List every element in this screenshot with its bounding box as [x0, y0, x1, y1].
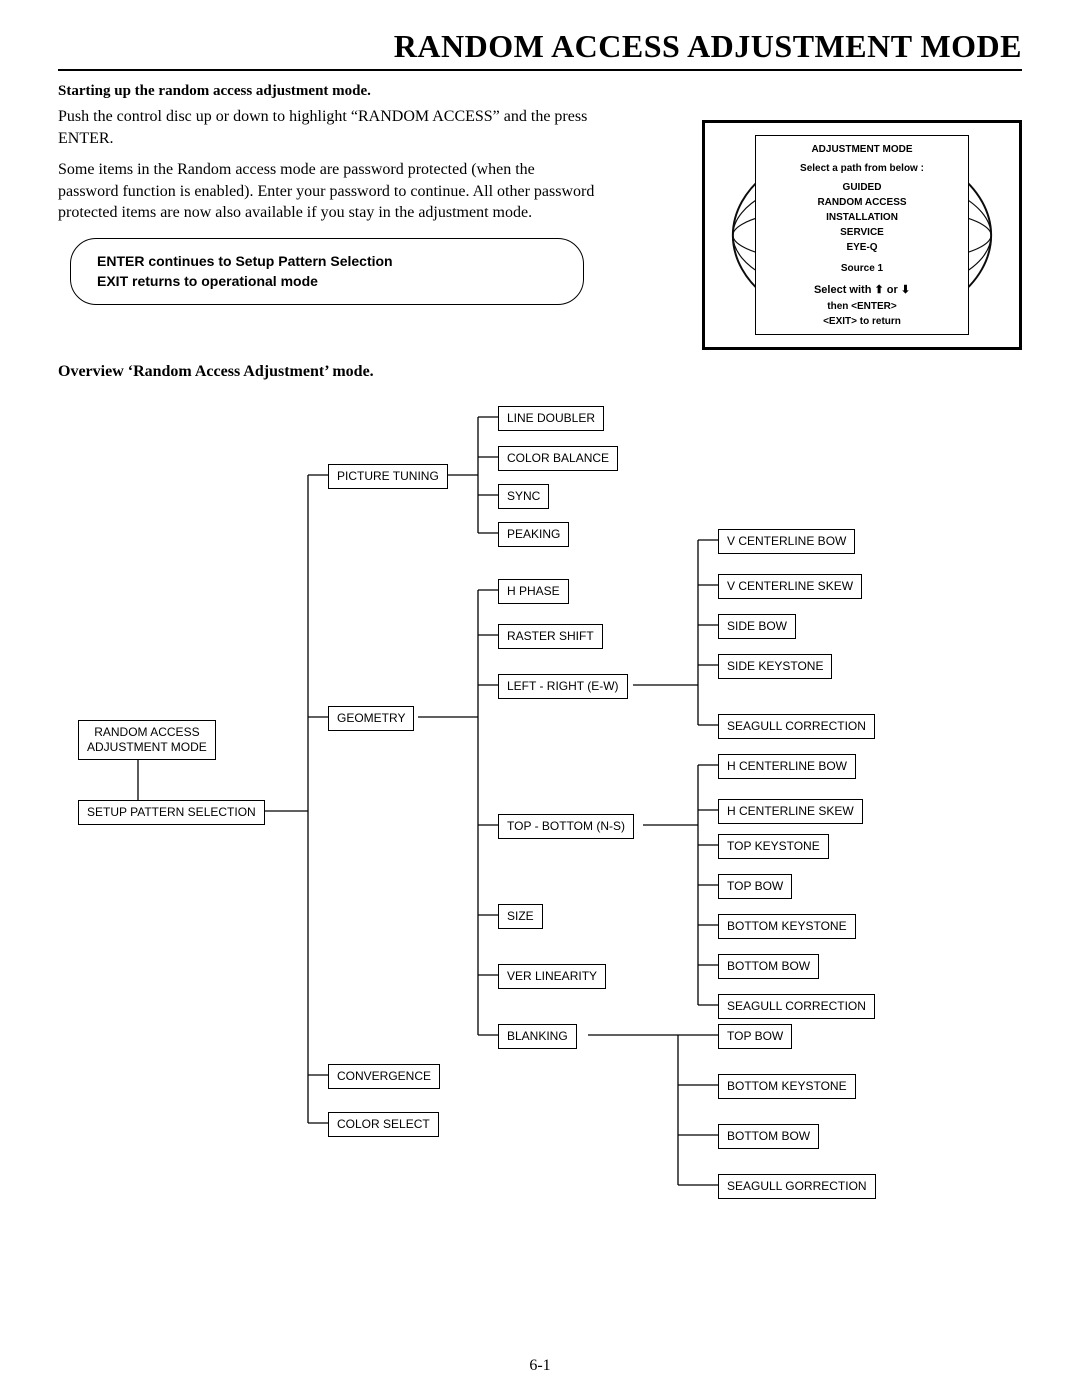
node-peaking: PEAKING [498, 522, 569, 547]
node-bottom-keystone: BOTTOM KEYSTONE [718, 914, 856, 939]
node-convergence: CONVERGENCE [328, 1064, 440, 1089]
osd-item-eyeq: EYE-Q [760, 240, 964, 255]
node-top-keystone: TOP KEYSTONE [718, 834, 829, 859]
node-top-bow: TOP BOW [718, 874, 792, 899]
node-size: SIZE [498, 904, 543, 929]
node-top-bow-2: TOP BOW [718, 1024, 792, 1049]
section-heading-startup: Starting up the random access adjustment… [58, 83, 1022, 100]
node-seagull-1: SEAGULL CORRECTION [718, 714, 875, 739]
osd-hint-1: Select with ⬆ or ⬇ [760, 282, 964, 299]
osd-hint-3: <EXIT> to return [760, 314, 964, 329]
node-color-balance: COLOR BALANCE [498, 446, 618, 471]
node-side-bow: SIDE BOW [718, 614, 796, 639]
node-ver-lin: VER LINEARITY [498, 964, 606, 989]
node-color-select: COLOR SELECT [328, 1112, 439, 1137]
osd-item-service: SERVICE [760, 225, 964, 240]
node-picture-tuning: PICTURE TUNING [328, 464, 448, 489]
node-seagull-2: SEAGULL CORRECTION [718, 994, 875, 1019]
node-h-centerline-skew: H CENTERLINE SKEW [718, 799, 863, 824]
osd-inner: ADJUSTMENT MODE Select a path from below… [755, 135, 969, 335]
node-raster-shift: RASTER SHIFT [498, 624, 603, 649]
osd-source: Source 1 [760, 261, 964, 276]
node-seagull-3: SEAGULL GORRECTION [718, 1174, 876, 1199]
paragraph-1: Push the control disc up or down to high… [58, 106, 598, 149]
node-bottom-bow: BOTTOM BOW [718, 954, 819, 979]
paragraph-2: Some items in the Random access mode are… [58, 159, 598, 224]
osd-title: ADJUSTMENT MODE [760, 142, 964, 157]
node-left-right: LEFT - RIGHT (E-W) [498, 674, 628, 699]
osd-item-installation: INSTALLATION [760, 210, 964, 225]
node-geometry: GEOMETRY [328, 706, 414, 731]
callout-box: ENTER continues to Setup Pattern Selecti… [70, 238, 584, 305]
node-h-centerline-bow: H CENTERLINE BOW [718, 754, 856, 779]
node-h-phase: H PHASE [498, 579, 569, 604]
manual-page: RANDOM ACCESS ADJUSTMENT MODE Starting u… [0, 0, 1080, 1397]
section-heading-overview: Overview ‘Random Access Adjustment’ mode… [58, 363, 1022, 381]
osd-prompt: Select a path from below : [760, 161, 964, 176]
node-setup-pattern: SETUP PATTERN SELECTION [78, 800, 265, 825]
node-blanking: BLANKING [498, 1024, 577, 1049]
osd-panel: ADJUSTMENT MODE Select a path from below… [702, 120, 1022, 350]
node-line-doubler: LINE DOUBLER [498, 406, 604, 431]
overview-diagram: RANDOM ACCESS ADJUSTMENT MODE SETUP PATT… [58, 395, 1022, 1225]
osd-item-guided: GUIDED [760, 180, 964, 195]
callout-line-2: EXIT returns to operational mode [97, 271, 557, 291]
node-sync: SYNC [498, 484, 549, 509]
node-v-centerline-bow: V CENTERLINE BOW [718, 529, 855, 554]
callout-line-1: ENTER continues to Setup Pattern Selecti… [97, 251, 557, 271]
node-root: RANDOM ACCESS ADJUSTMENT MODE [78, 720, 216, 760]
node-top-bottom: TOP - BOTTOM (N-S) [498, 814, 634, 839]
osd-hint-2: then <ENTER> [760, 299, 964, 314]
page-number: 6-1 [0, 1357, 1080, 1375]
page-title: RANDOM ACCESS ADJUSTMENT MODE [58, 28, 1022, 71]
osd-item-random-access: RANDOM ACCESS [760, 195, 964, 210]
node-side-keystone: SIDE KEYSTONE [718, 654, 832, 679]
node-bottom-bow-2: BOTTOM BOW [718, 1124, 819, 1149]
node-bottom-keystone-2: BOTTOM KEYSTONE [718, 1074, 856, 1099]
node-v-centerline-skew: V CENTERLINE SKEW [718, 574, 862, 599]
